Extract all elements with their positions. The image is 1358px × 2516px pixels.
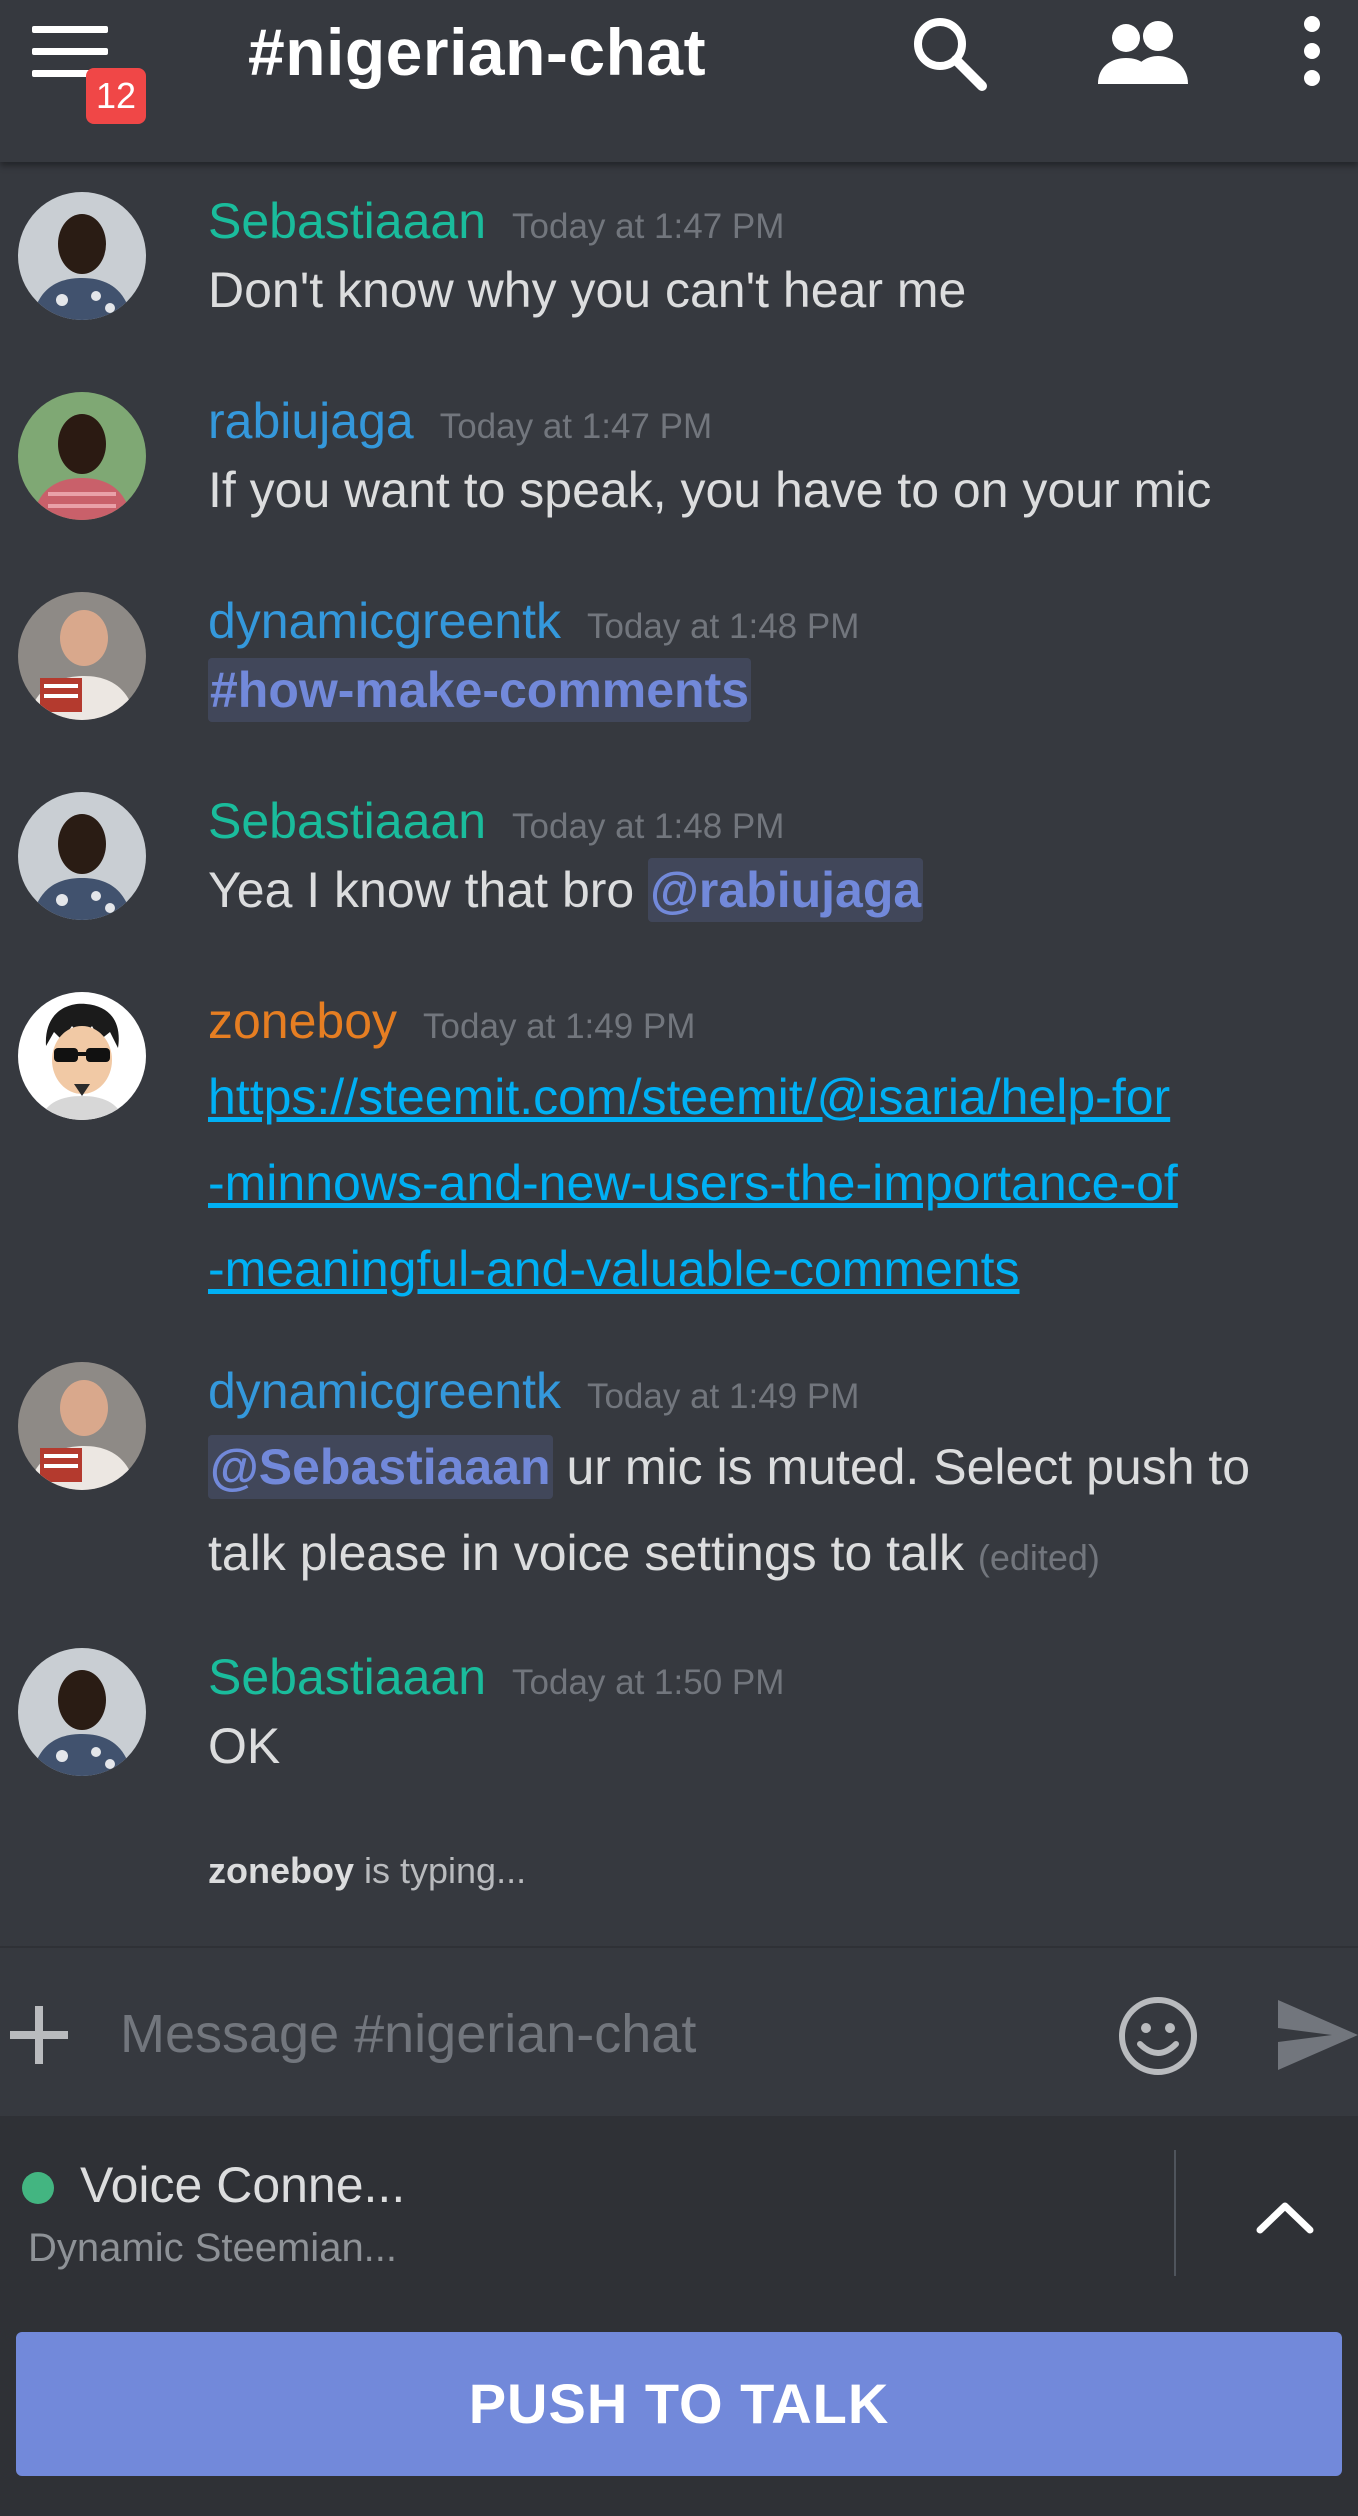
author-name[interactable]: dynamicgreentk [208,1363,561,1419]
timestamp: Today at 1:50 PM [512,1663,785,1702]
message-text-part: Yea I know that bro [208,862,649,918]
voice-connection-bar[interactable]: Voice Conne... Dynamic Steemian... [0,2116,1358,2326]
voice-status: Voice Conne... [80,2157,406,2213]
add-attachment-icon[interactable] [8,2004,70,2066]
avatar[interactable] [18,1362,146,1490]
message-text: #how-make-comments [208,658,1318,722]
message-list[interactable]: Sebastiaaan Today at 1:47 PM Don't know w… [0,162,1358,1946]
push-to-talk-button[interactable]: PUSH TO TALK [16,2332,1342,2476]
message-link[interactable]: -minnows-and-new-users-the-importance-of [208,1140,1318,1226]
message-link-block: https://steemit.com/steemit/@isaria/help… [208,1054,1318,1312]
avatar[interactable] [18,192,146,320]
avatar[interactable] [18,392,146,520]
avatar[interactable] [18,792,146,920]
typing-suffix: is typing... [354,1850,527,1891]
message-composer [0,1946,1358,2118]
channel-title[interactable]: #nigerian-chat [248,14,706,90]
send-icon[interactable] [1276,1998,1358,2072]
message-header: zoneboy Today at 1:49 PM [208,992,695,1050]
message-header: Sebastiaaan Today at 1:50 PM [208,1648,784,1706]
message-header: rabiujaga Today at 1:47 PM [208,392,712,450]
search-icon[interactable] [910,14,988,92]
message-text: OK [208,1718,281,1774]
user-mention[interactable]: @Sebastiaaan [208,1435,553,1499]
message-header: Sebastiaaan Today at 1:47 PM [208,192,784,250]
avatar[interactable] [18,592,146,720]
message-header: dynamicgreentk Today at 1:48 PM [208,592,859,650]
message-text: @Sebastiaaan ur mic is muted. Select pus… [208,1424,1318,1601]
timestamp: Today at 1:49 PM [586,1377,860,1416]
message-link[interactable]: -meaningful-and-valuable-comments [208,1226,1318,1312]
author-name[interactable]: dynamicgreentk [208,593,561,649]
message-header: dynamicgreentk Today at 1:49 PM [208,1362,859,1420]
author-name[interactable]: Sebastiaaan [208,1649,486,1705]
message-input[interactable] [118,1998,1072,2070]
timestamp: Today at 1:47 PM [439,407,713,446]
emoji-icon[interactable] [1116,1994,1200,2078]
channel-mention[interactable]: #how-make-comments [208,658,752,722]
divider [1174,2150,1176,2276]
author-name[interactable]: Sebastiaaan [208,193,486,249]
timestamp: Today at 1:48 PM [586,607,860,646]
unread-badge: 12 [86,68,146,124]
message-text: If you want to speak, you have to on you… [208,462,1212,518]
typing-indicator: zoneboy is typing... [208,1850,526,1892]
author-name[interactable]: rabiujaga [208,393,414,449]
members-icon[interactable] [1096,18,1192,84]
typing-user: zoneboy [208,1850,355,1891]
discord-app: 12 #nigerian-chat Sebastiaaan Today at 1… [0,0,1358,2516]
author-name[interactable]: Sebastiaaan [208,793,486,849]
message-header: Sebastiaaan Today at 1:48 PM [208,792,784,850]
user-mention[interactable]: @rabiujaga [648,858,924,922]
channel-header: 12 #nigerian-chat [0,0,1358,162]
more-vertical-icon[interactable] [1296,14,1328,88]
message-link[interactable]: https://steemit.com/steemit/@isaria/help… [208,1054,1318,1140]
chevron-up-icon[interactable] [1250,2182,1320,2252]
message-text-part: ur mic is muted. Select push to [552,1439,1251,1495]
avatar[interactable] [18,992,146,1120]
timestamp: Today at 1:49 PM [423,1007,696,1046]
push-to-talk-area: PUSH TO TALK [0,2326,1358,2516]
timestamp: Today at 1:48 PM [512,807,785,846]
message-text: Yea I know that bro @rabiujaga [208,858,1318,922]
voice-status-dot [22,2172,54,2204]
message-text: Don't know why you can't hear me [208,262,967,318]
voice-channel-name: Dynamic Steemian... [28,2226,398,2270]
author-name[interactable]: zoneboy [208,993,397,1049]
edited-label: (edited) [977,1537,1100,1578]
avatar[interactable] [18,1648,146,1776]
timestamp: Today at 1:47 PM [512,207,785,246]
message-text-part: talk please in voice settings to talk [208,1525,978,1581]
